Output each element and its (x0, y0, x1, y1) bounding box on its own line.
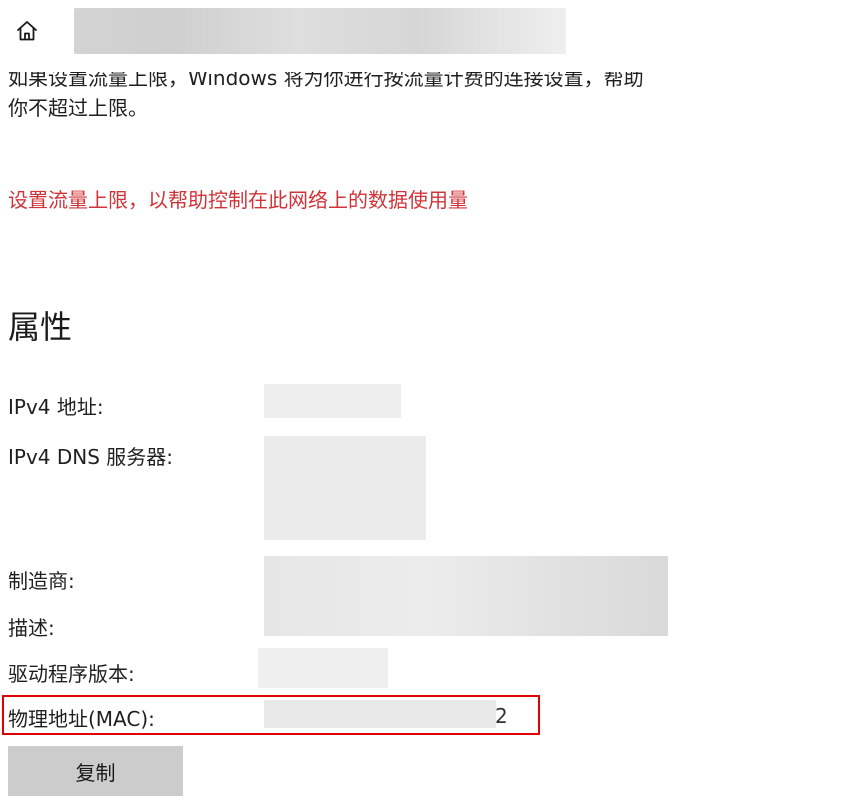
metered-description: 如果设置流量上限，Windows 将为你进行按流量计费的连接设置，帮助 你不超过… (8, 72, 853, 134)
ipv4-address-label: IPv4 地址: (8, 395, 104, 419)
manufacturer-description-value-redacted (264, 556, 668, 636)
ipv4-address-value-redacted (264, 384, 401, 418)
properties-heading: 属性 (8, 308, 73, 346)
mac-address-label: 物理地址(MAC): (8, 707, 155, 731)
page-title-redacted (74, 8, 566, 54)
mac-address-value-redacted (264, 700, 496, 728)
description-label: 描述: (8, 616, 55, 640)
driver-version-value-redacted (258, 648, 388, 688)
home-icon (15, 19, 39, 47)
ipv4-dns-label: IPv4 DNS 服务器: (8, 445, 174, 469)
set-data-limit-link[interactable]: 设置流量上限，以帮助控制在此网络上的数据使用量 (8, 184, 468, 213)
driver-version-label: 驱动程序版本: (8, 662, 135, 686)
description-line-2: 你不超过上限。 (8, 96, 148, 120)
mac-address-visible-suffix: 2 (495, 704, 508, 728)
ipv4-dns-value-redacted (264, 436, 426, 540)
manufacturer-label: 制造商: (8, 569, 75, 593)
copy-button[interactable]: 复制 (8, 746, 183, 796)
home-button[interactable] (12, 18, 42, 48)
description-line-1: 如果设置流量上限，Windows 将为你进行按流量计费的连接设置，帮助 (8, 72, 644, 90)
